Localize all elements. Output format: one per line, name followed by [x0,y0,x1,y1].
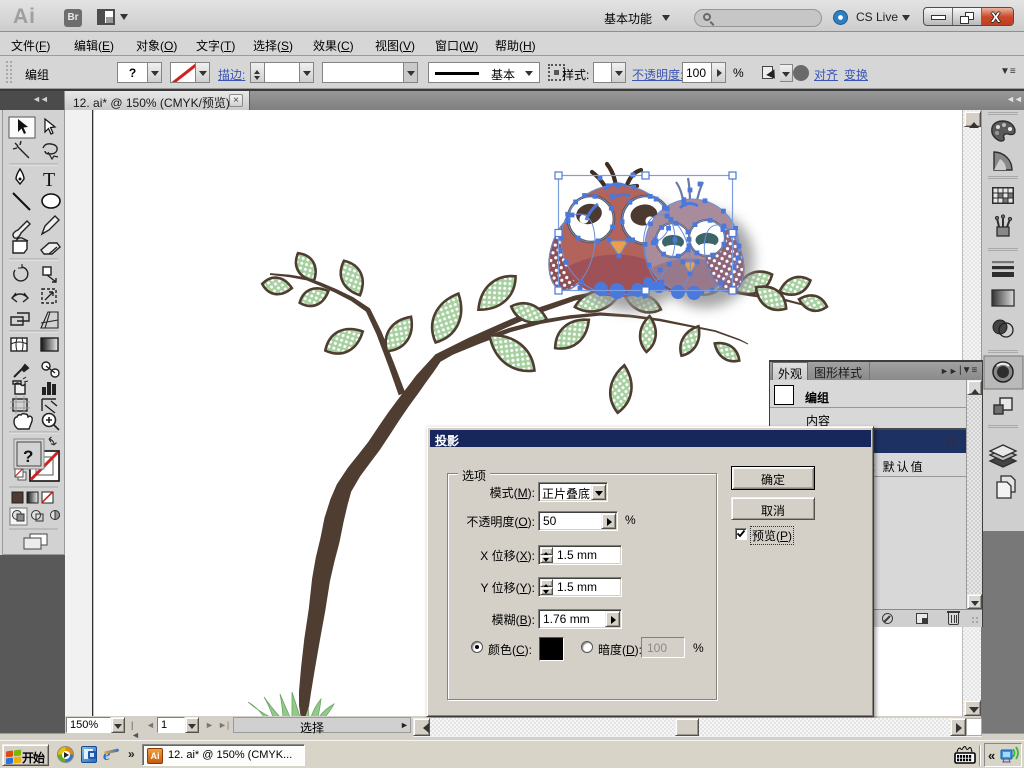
svg-text:T: T [43,169,55,191]
svg-text:?: ? [23,447,33,466]
